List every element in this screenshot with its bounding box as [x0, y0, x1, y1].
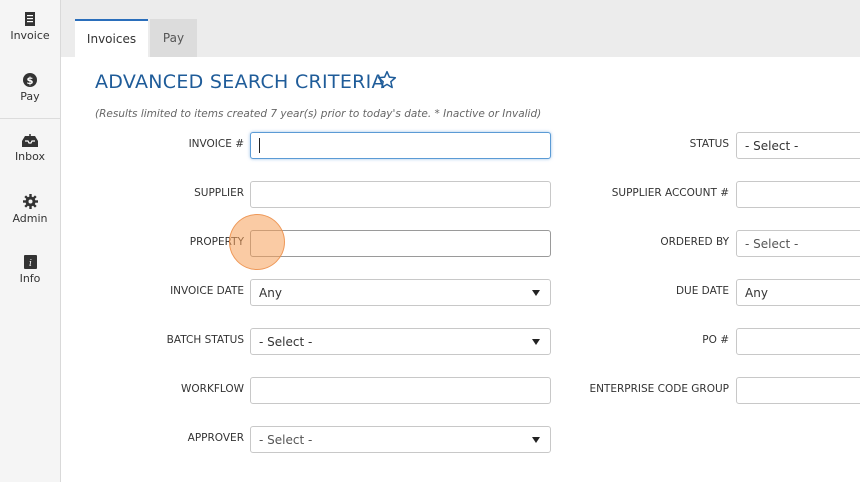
workflow-input[interactable]: [250, 377, 551, 404]
dollar-icon: $: [23, 73, 37, 87]
batch-status-select[interactable]: - Select -: [250, 328, 551, 355]
sidebar-divider: [0, 118, 60, 119]
po-number-label: PO #: [702, 334, 729, 346]
favorite-star-icon[interactable]: [377, 70, 397, 90]
status-label: STATUS: [689, 138, 729, 150]
click-indicator: [229, 214, 285, 270]
inbox-icon: [22, 134, 38, 147]
supplier-input[interactable]: [250, 181, 551, 208]
property-input[interactable]: [250, 230, 551, 257]
workflow-label: WORKFLOW: [181, 383, 244, 395]
tab-invoices[interactable]: Invoices: [75, 19, 148, 57]
sidebar-item-info[interactable]: i Info: [0, 255, 60, 285]
sidebar-item-label: Pay: [20, 90, 40, 103]
supplier-label: SUPPLIER: [194, 187, 244, 199]
page-title: ADVANCED SEARCH CRITERIA: [95, 71, 385, 93]
sidebar-item-label: Invoice: [10, 29, 50, 42]
sidebar-item-label: Admin: [12, 212, 48, 225]
status-value: - Select -: [745, 139, 799, 153]
dropdown-arrow-icon: [532, 290, 540, 296]
enterprise-code-group-label: ENTERPRISE CODE GROUP: [589, 383, 729, 395]
invoice-date-value: Any: [259, 286, 282, 300]
text-cursor: [259, 138, 260, 153]
due-date-label: DUE DATE: [675, 285, 729, 297]
sidebar-item-invoice[interactable]: Invoice: [0, 12, 60, 42]
svg-text:i: i: [29, 259, 32, 269]
sidebar-item-inbox[interactable]: Inbox: [0, 134, 60, 163]
ordered-by-select[interactable]: - Select -: [736, 230, 860, 257]
dropdown-arrow-icon: [532, 437, 540, 443]
gear-icon: [22, 194, 38, 209]
status-select[interactable]: - Select -: [736, 132, 860, 159]
due-date-select[interactable]: Any: [736, 279, 860, 306]
info-icon: i: [23, 255, 37, 269]
sidebar: Invoice $ Pay Inbox Admin i Info: [0, 0, 61, 482]
invoice-date-select[interactable]: Any: [250, 279, 551, 306]
invoice-number-input[interactable]: [250, 132, 551, 159]
invoice-icon: [25, 12, 35, 26]
supplier-account-input[interactable]: [736, 181, 860, 208]
po-number-input[interactable]: [736, 328, 860, 355]
tab-bar: Invoices Pay: [61, 0, 860, 57]
svg-text:$: $: [27, 76, 34, 87]
batch-status-value: - Select -: [259, 335, 313, 349]
dropdown-arrow-icon: [532, 339, 540, 345]
sidebar-item-label: Inbox: [14, 150, 46, 163]
sidebar-item-pay[interactable]: $ Pay: [0, 73, 60, 103]
approver-value: - Select -: [259, 433, 313, 447]
enterprise-code-group-input[interactable]: [736, 377, 860, 404]
invoice-date-label: INVOICE DATE: [170, 285, 244, 297]
due-date-value: Any: [745, 286, 768, 300]
ordered-by-label: ORDERED BY: [660, 236, 729, 248]
ordered-by-value: - Select -: [745, 237, 799, 251]
invoice-number-label: INVOICE #: [188, 138, 244, 150]
results-note: (Results limited to items created 7 year…: [95, 108, 542, 120]
sidebar-item-admin[interactable]: Admin: [0, 194, 60, 225]
tab-pay[interactable]: Pay: [150, 19, 197, 57]
batch-status-label: BATCH STATUS: [166, 334, 244, 346]
approver-label: APPROVER: [187, 432, 244, 444]
supplier-account-label: SUPPLIER ACCOUNT #: [611, 187, 729, 199]
search-panel: ADVANCED SEARCH CRITERIA (Results limite…: [61, 57, 860, 482]
sidebar-item-label: Info: [19, 272, 41, 285]
approver-select[interactable]: - Select -: [250, 426, 551, 453]
